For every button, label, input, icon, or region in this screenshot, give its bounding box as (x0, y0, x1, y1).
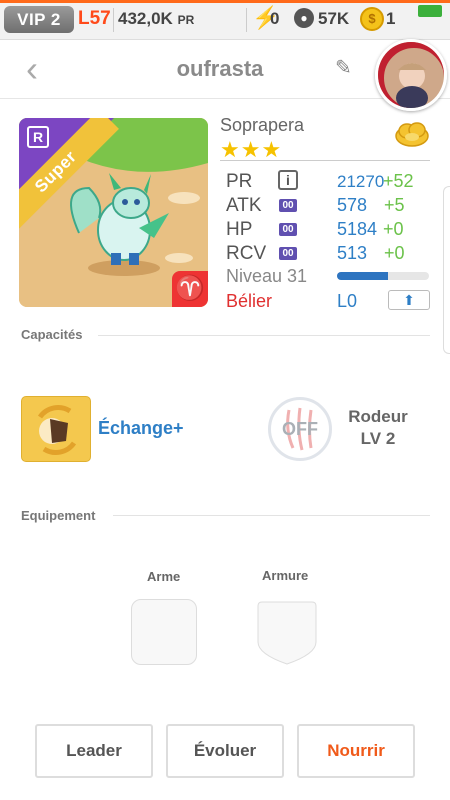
passive-state: OFF (282, 419, 318, 439)
passive-ability-title: Rodeur (348, 407, 408, 426)
armor-slot[interactable] (254, 598, 320, 668)
divider (113, 8, 114, 32)
side-panel-tab[interactable] (443, 186, 450, 354)
upgrade-button[interactable]: ⬆ (388, 290, 430, 310)
passive-ability-level: LV 2 (360, 429, 396, 448)
coin-icon: $ (360, 7, 384, 31)
pet-rank: L0 (337, 291, 358, 311)
pencil-icon[interactable]: ✎ (335, 55, 352, 80)
stat-badge-hp: 00 (279, 223, 297, 236)
weapon-slot[interactable] (131, 599, 197, 665)
divider (113, 515, 430, 516)
zodiac-sign: Bélier (226, 291, 273, 311)
energy-count: 0 (270, 9, 280, 28)
weapon-label: Arme (147, 569, 181, 584)
vip-badge[interactable]: VIP 2 (4, 6, 74, 33)
stat-bonus-hp: +0 (383, 219, 404, 239)
leader-button[interactable]: Leader (35, 724, 153, 778)
armor-label: Armure (262, 568, 309, 583)
add-currency-icon[interactable] (418, 5, 442, 17)
stat-value-hp: 5184 (337, 219, 378, 239)
pet-card[interactable]: R Super ♈ (19, 118, 208, 307)
paw-count: 57K (318, 9, 350, 28)
xp-progress-bar (337, 272, 429, 280)
info-icon[interactable]: i (278, 170, 298, 190)
page-header: ‹ oufrasta ✎ (0, 39, 450, 111)
player-power: 432,0K PR (118, 9, 194, 29)
avatar-photo (378, 42, 444, 108)
coin-count: 1 (386, 9, 396, 28)
xp-progress-fill (337, 272, 388, 280)
swap-icon (37, 405, 77, 455)
stat-label-hp: HP (226, 219, 253, 240)
status-bar: VIP 2 L57 432,0K PR ⚡ 0 ● 57K $ 1 (0, 0, 450, 40)
paw-icon: ● (294, 8, 314, 28)
stat-bonus-rcv: +0 (384, 243, 405, 263)
stat-value-atk: 578 (337, 195, 368, 215)
arrow-up-icon: ⬆ (403, 292, 415, 308)
rarity-badge: R (27, 126, 49, 148)
avatar[interactable] (375, 39, 447, 111)
pet-level: Niveau 31 (226, 266, 308, 286)
divider (220, 160, 430, 161)
stat-badge-atk: 00 (279, 199, 297, 212)
passive-ability-toggle[interactable]: OFF (268, 397, 332, 461)
stat-label-atk: ATK (226, 195, 262, 216)
power-unit: PR (177, 13, 195, 27)
evolve-button[interactable]: Évoluer (166, 724, 284, 778)
equipment-title: Equipement (21, 508, 96, 523)
abilities-title: Capacités (21, 327, 83, 342)
divider (98, 335, 430, 336)
feed-button[interactable]: Nourrir (297, 724, 415, 778)
stat-value-rcv: 513 (337, 243, 368, 263)
status-bar-accent (0, 0, 450, 3)
player-level: L57 (78, 8, 111, 29)
active-ability-icon[interactable] (21, 396, 91, 462)
stat-bonus-atk: +5 (384, 195, 405, 215)
element-cloud-icon (395, 122, 429, 147)
stat-bonus-pr: +52 (383, 171, 414, 191)
stat-label-rcv: RCV (226, 243, 267, 264)
power-value: 432,0K (118, 9, 173, 28)
stat-value-pr: 21270 (337, 172, 385, 191)
pet-name: Soprapera (220, 115, 305, 135)
active-ability-name[interactable]: Échange+ (98, 418, 184, 439)
passive-ability-name: Rodeur LV 2 (340, 406, 416, 450)
aries-icon: ♈ (172, 271, 208, 307)
stat-label-pr: PR (226, 171, 253, 192)
divider (246, 8, 247, 32)
stat-badge-rcv: 00 (279, 247, 297, 260)
page-title: oufrasta (176, 56, 264, 81)
